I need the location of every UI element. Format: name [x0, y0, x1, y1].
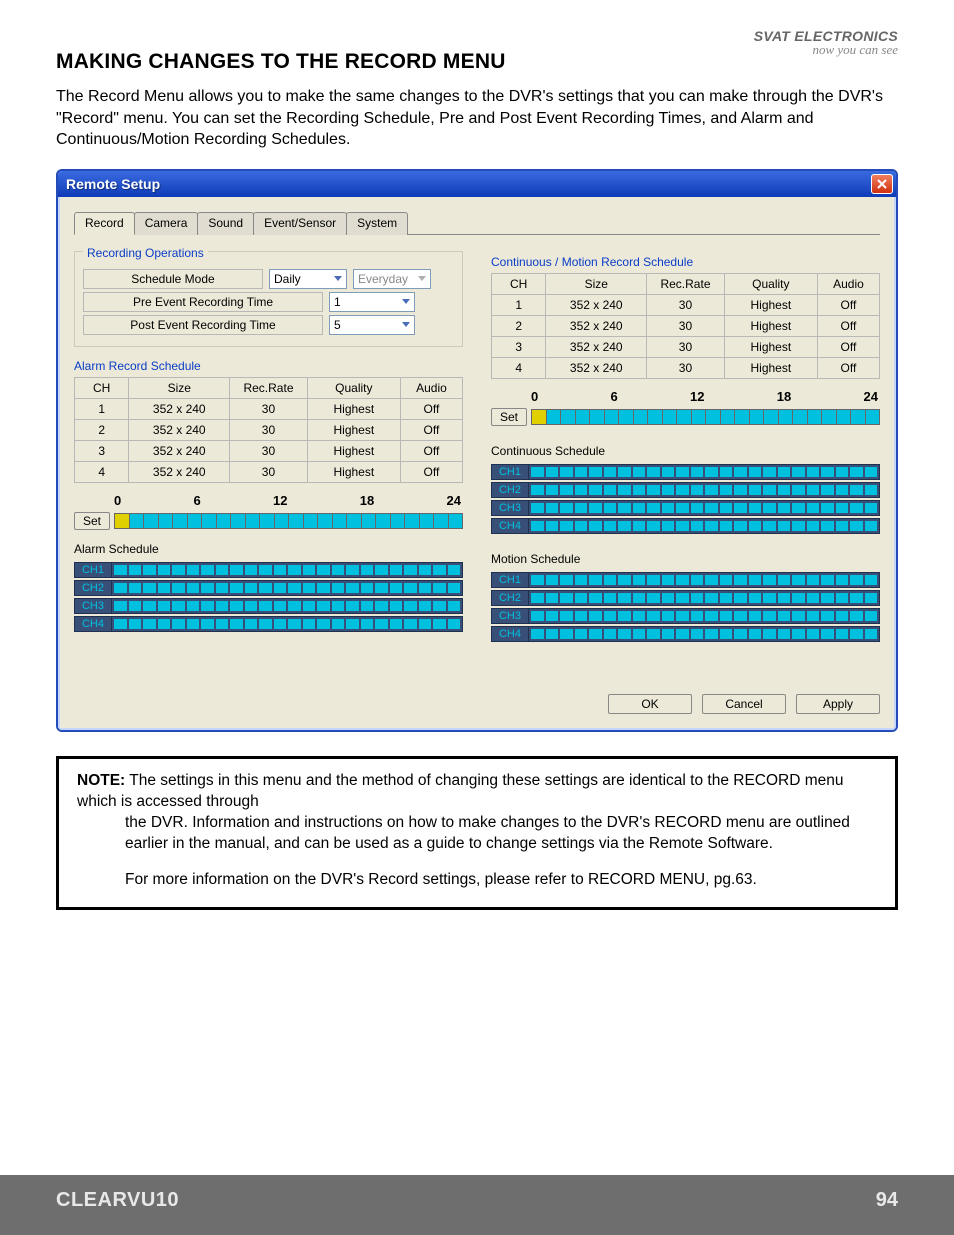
- table-row[interactable]: 1352 x 24030HighestOff: [492, 294, 880, 315]
- motion-schedule-label: Motion Schedule: [491, 552, 880, 566]
- table-header-row: CH Size Rec.Rate Quality Audio: [75, 377, 463, 398]
- schedule-day-select: Everyday: [353, 269, 431, 289]
- timeline-labels: 06121824: [114, 493, 461, 508]
- schedule-bar-ch1[interactable]: [529, 464, 880, 480]
- table-row[interactable]: 3352 x 24030HighestOff: [492, 336, 880, 357]
- channel-label: CH4: [74, 616, 112, 632]
- schedule-bar-ch3[interactable]: [529, 608, 880, 624]
- pre-event-select[interactable]: 1: [329, 292, 415, 312]
- cont-motion-table: CH Size Rec.Rate Quality Audio 1352 x 24…: [491, 273, 880, 379]
- close-button[interactable]: [871, 174, 893, 194]
- continuous-schedule-block: CH1 CH2 CH3 CH4: [491, 464, 880, 534]
- alarm-schedule-block: CH1 CH2 CH3 CH4: [74, 562, 463, 632]
- cont-motion-legend: Continuous / Motion Record Schedule: [491, 255, 880, 269]
- dialog-title: Remote Setup: [66, 176, 160, 192]
- apply-button[interactable]: Apply: [796, 694, 880, 714]
- channel-label: CH1: [491, 464, 529, 480]
- channel-label: CH3: [491, 500, 529, 516]
- channel-label: CH4: [491, 518, 529, 534]
- note-text-2: For more information on the DVR's Record…: [77, 870, 877, 891]
- recording-operations-legend: Recording Operations: [83, 246, 208, 260]
- table-row[interactable]: 4352 x 24030HighestOff: [75, 461, 463, 482]
- post-event-label: Post Event Recording Time: [83, 315, 323, 335]
- note-text-1a: The settings in this menu and the method…: [77, 772, 844, 810]
- footer-model: CLEARVU10: [56, 1189, 179, 1212]
- alarm-set-button[interactable]: Set: [74, 512, 110, 530]
- cont-set-button[interactable]: Set: [491, 408, 527, 426]
- tab-system[interactable]: System: [346, 212, 408, 235]
- channel-label: CH1: [491, 572, 529, 588]
- channel-label: CH3: [74, 598, 112, 614]
- tab-sound[interactable]: Sound: [197, 212, 254, 235]
- schedule-bar-ch1[interactable]: [112, 562, 463, 578]
- table-header-row: CH Size Rec.Rate Quality Audio: [492, 273, 880, 294]
- intro-paragraph: The Record Menu allows you to make the s…: [56, 86, 898, 151]
- footer-page: 94: [876, 1189, 898, 1212]
- note-lead: NOTE:: [77, 772, 125, 789]
- chevron-down-icon: [402, 322, 410, 327]
- channel-label: CH2: [491, 482, 529, 498]
- note-box: NOTE: The settings in this menu and the …: [56, 756, 898, 911]
- schedule-bar-ch2[interactable]: [529, 482, 880, 498]
- post-event-select[interactable]: 5: [329, 315, 415, 335]
- schedule-bar-ch4[interactable]: [529, 626, 880, 642]
- schedule-bar-ch2[interactable]: [529, 590, 880, 606]
- alarm-schedule-label: Alarm Schedule: [74, 542, 463, 556]
- remote-setup-dialog: Remote Setup Record Camera Sound Event/S…: [56, 169, 898, 732]
- note-text-1b: the DVR. Information and instructions on…: [77, 813, 877, 855]
- tab-record[interactable]: Record: [74, 212, 135, 235]
- schedule-bar-ch2[interactable]: [112, 580, 463, 596]
- tab-camera[interactable]: Camera: [134, 212, 199, 235]
- cont-timeline-bar[interactable]: [531, 409, 880, 425]
- channel-label: CH1: [74, 562, 112, 578]
- table-row[interactable]: 3352 x 24030HighestOff: [75, 440, 463, 461]
- pre-event-label: Pre Event Recording Time: [83, 292, 323, 312]
- alarm-timeline-bar[interactable]: [114, 513, 463, 529]
- schedule-mode-select[interactable]: Daily: [269, 269, 347, 289]
- chevron-down-icon: [418, 276, 426, 281]
- table-row[interactable]: 2352 x 24030HighestOff: [75, 419, 463, 440]
- channel-label: CH2: [74, 580, 112, 596]
- timeline-labels: 06121824: [531, 389, 878, 404]
- ok-button[interactable]: OK: [608, 694, 692, 714]
- alarm-record-schedule-legend: Alarm Record Schedule: [74, 359, 463, 373]
- schedule-bar-ch1[interactable]: [529, 572, 880, 588]
- schedule-bar-ch3[interactable]: [112, 598, 463, 614]
- close-icon: [876, 178, 888, 190]
- tab-event-sensor[interactable]: Event/Sensor: [253, 212, 347, 235]
- table-row[interactable]: 2352 x 24030HighestOff: [492, 315, 880, 336]
- alarm-record-table: CH Size Rec.Rate Quality Audio 1352 x 24…: [74, 377, 463, 483]
- page-footer: CLEARVU10 94: [0, 1175, 954, 1226]
- schedule-bar-ch3[interactable]: [529, 500, 880, 516]
- brand-sub: now you can see: [754, 42, 898, 58]
- dialog-titlebar: Remote Setup: [58, 171, 896, 197]
- recording-operations-group: Recording Operations Schedule Mode Daily…: [74, 251, 463, 347]
- cancel-button[interactable]: Cancel: [702, 694, 786, 714]
- table-row[interactable]: 4352 x 24030HighestOff: [492, 357, 880, 378]
- schedule-bar-ch4[interactable]: [112, 616, 463, 632]
- tab-bar: Record Camera Sound Event/Sensor System: [74, 211, 880, 235]
- schedule-bar-ch4[interactable]: [529, 518, 880, 534]
- channel-label: CH4: [491, 626, 529, 642]
- chevron-down-icon: [402, 299, 410, 304]
- channel-label: CH2: [491, 590, 529, 606]
- schedule-mode-label: Schedule Mode: [83, 269, 263, 289]
- channel-label: CH3: [491, 608, 529, 624]
- chevron-down-icon: [334, 276, 342, 281]
- motion-schedule-block: CH1 CH2 CH3 CH4: [491, 572, 880, 642]
- continuous-schedule-label: Continuous Schedule: [491, 444, 880, 458]
- table-row[interactable]: 1352 x 24030HighestOff: [75, 398, 463, 419]
